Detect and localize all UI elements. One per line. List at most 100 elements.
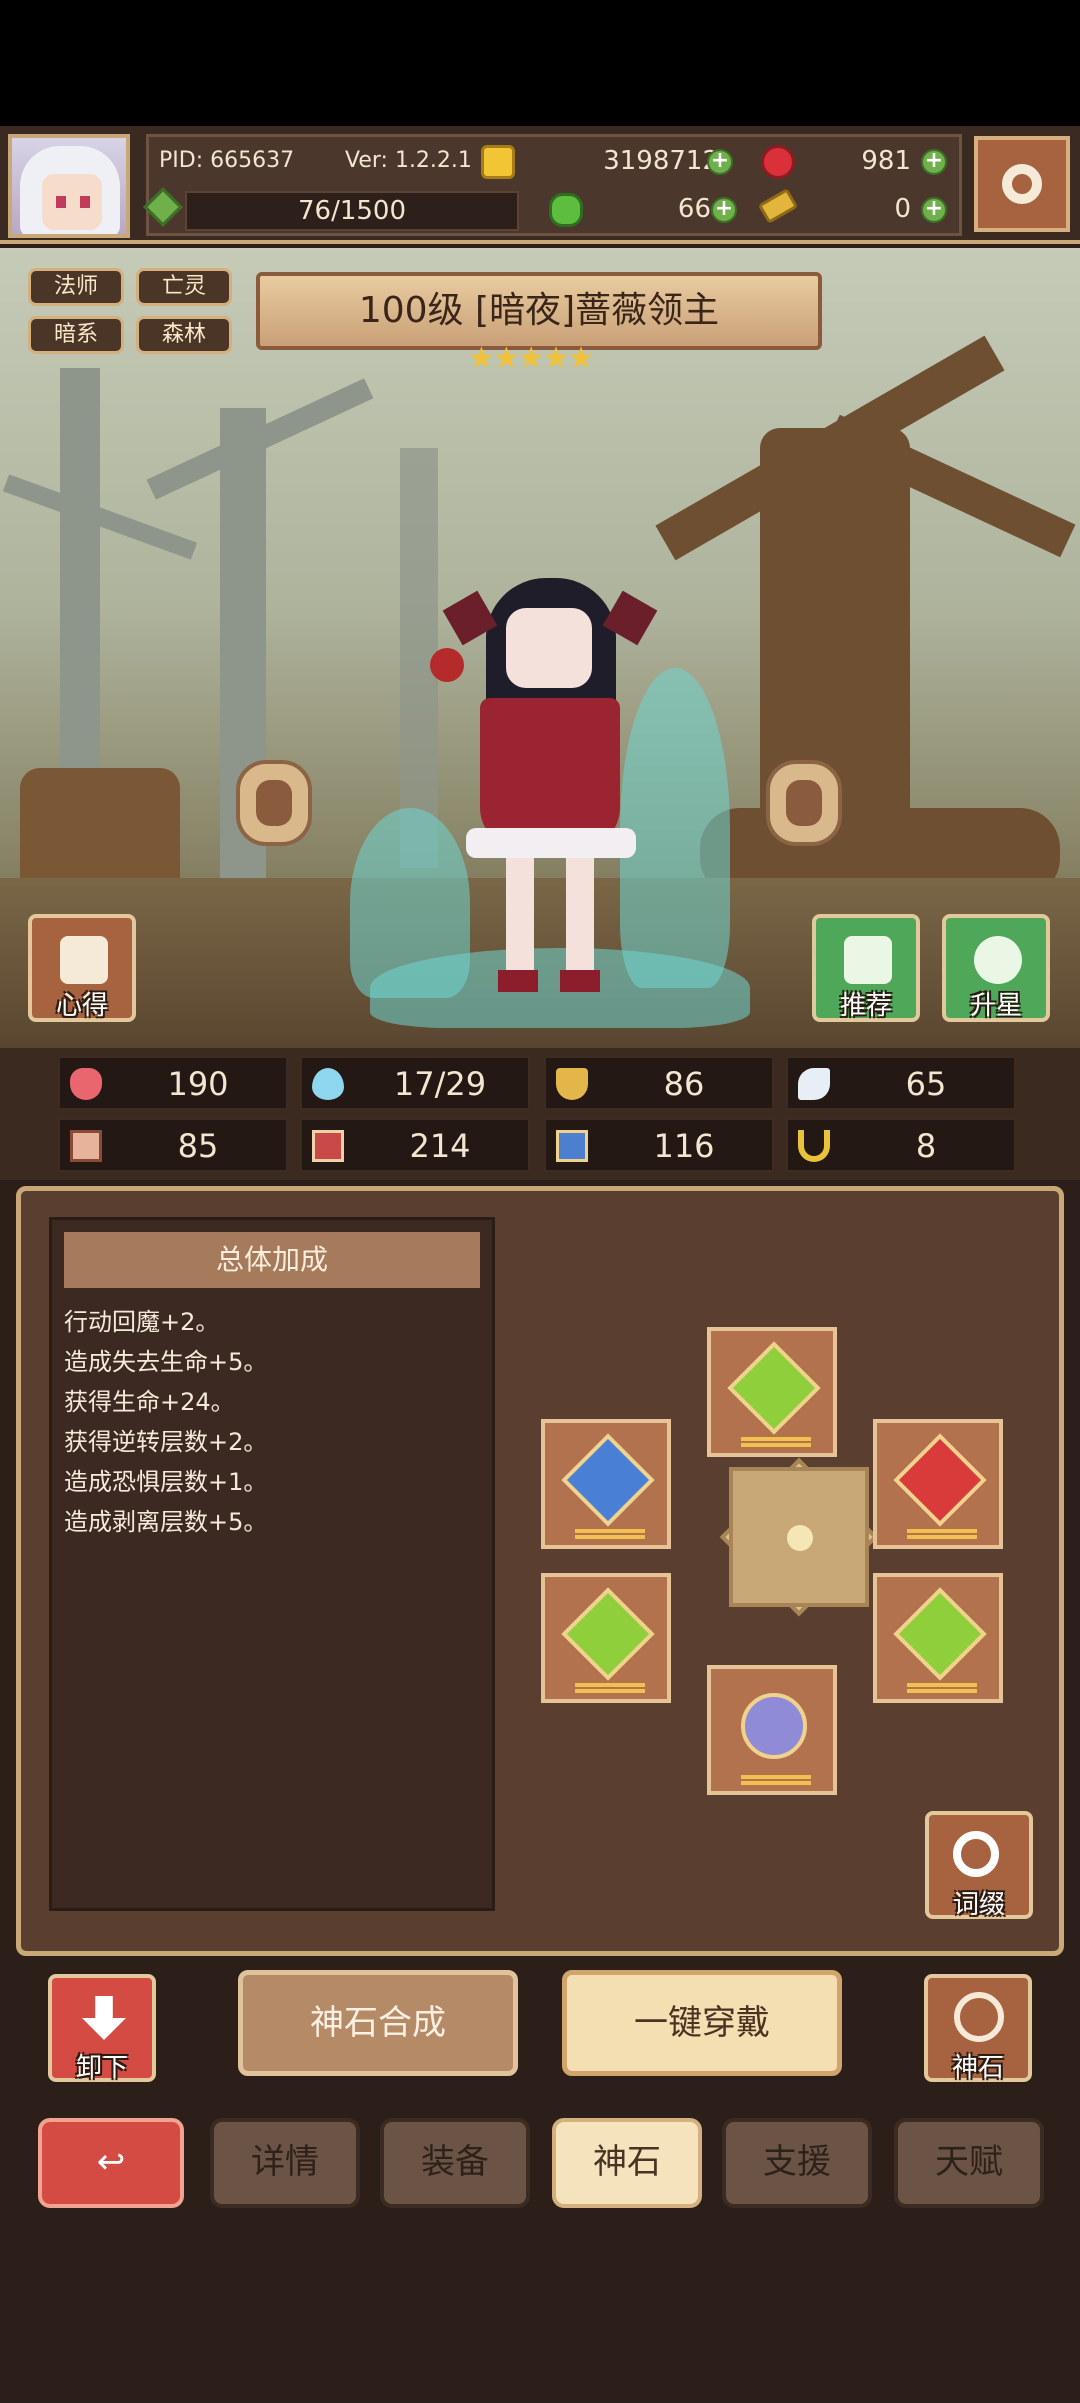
tab-equipment[interactable]: 装备 xyxy=(380,2118,530,2208)
stats-strip: 190 17/29 86 65 85 214 116 8 xyxy=(0,1048,1080,1180)
energy-icon xyxy=(143,187,183,227)
equip-all-button[interactable]: 一键穿戴 xyxy=(562,1970,842,2076)
affix-button[interactable]: 词缀 xyxy=(925,1811,1033,1920)
bonus-line: 造成恐惧层数+1。 xyxy=(64,1468,268,1496)
stat-agility-value: 65 xyxy=(905,1065,947,1103)
back-button[interactable]: ↩ xyxy=(38,2118,184,2208)
godstone-synthesis-button[interactable]: 神石合成 xyxy=(238,1970,518,2076)
gold-add-icon[interactable]: + xyxy=(707,149,733,175)
blue-gem-icon xyxy=(561,1433,655,1527)
gold-coin-icon xyxy=(481,145,515,179)
class-tag: 法师 xyxy=(28,268,124,306)
player-id: PID: 665637 xyxy=(159,148,295,173)
gem-slot-lower-right[interactable] xyxy=(873,1573,1003,1703)
slot-level-pips xyxy=(907,1683,977,1693)
hero-shoe-left xyxy=(498,970,538,992)
clover-add-icon[interactable]: + xyxy=(711,197,737,223)
energy-value: 76/1500 xyxy=(297,196,406,226)
race-tag: 亡灵 xyxy=(136,268,232,306)
tab-details[interactable]: 详情 xyxy=(210,2118,360,2208)
stat-defense: 86 xyxy=(544,1056,774,1110)
key-add-icon[interactable]: + xyxy=(921,197,947,223)
recommend-button[interactable]: 推荐 xyxy=(812,914,920,1022)
tab-support[interactable]: 支援 xyxy=(722,2118,872,2208)
hero-face xyxy=(506,608,592,688)
gold-value: 3198712 xyxy=(603,146,719,176)
arrow-right-icon xyxy=(786,780,822,826)
recommend-label: 推荐 xyxy=(839,991,892,1021)
stat-intellect: 214 xyxy=(300,1118,530,1172)
wing-icon xyxy=(798,1068,830,1100)
red-gem-icon xyxy=(893,1433,987,1527)
gem-action-row: 卸下 神石合成 一键穿戴 神石 xyxy=(0,1940,1080,2110)
godstone-button[interactable]: 神石 xyxy=(924,1974,1032,2083)
stat-mana-value: 17/29 xyxy=(393,1065,487,1103)
stat-speed-value: 116 xyxy=(653,1127,715,1165)
gem-slot-upper-left[interactable] xyxy=(541,1419,671,1549)
tab-godstone[interactable]: 神石 xyxy=(552,2118,702,2208)
clover-icon xyxy=(549,193,583,227)
total-bonus-box: 总体加成 行动回魔+2。 造成失去生命+5。 获得生命+24。 获得逆转层数+2… xyxy=(49,1217,495,1911)
apple-icon xyxy=(430,648,464,682)
stat-agility: 65 xyxy=(786,1056,1016,1110)
stat-strength-value: 85 xyxy=(177,1127,219,1165)
shield-icon xyxy=(556,1068,588,1100)
gem-slot-upper-right[interactable] xyxy=(873,1419,1003,1549)
gem-slot-lower-left[interactable] xyxy=(541,1573,671,1703)
stat-mana: 17/29 xyxy=(300,1056,530,1110)
slot-level-pips xyxy=(741,1437,811,1447)
hero-leg-left xyxy=(506,858,534,978)
ruby-gem-icon xyxy=(761,145,795,179)
top-header: PID: 665637 Ver: 1.2.2.1 3198712 + 981 +… xyxy=(0,126,1080,244)
stat-health: 190 xyxy=(58,1056,288,1110)
bonus-line: 造成失去生命+5。 xyxy=(64,1348,268,1376)
bonus-line: 获得生命+24。 xyxy=(64,1388,235,1416)
tab-talent[interactable]: 天赋 xyxy=(894,2118,1044,2208)
gem-slot-top[interactable] xyxy=(707,1327,837,1457)
clover-value: 66 xyxy=(677,194,711,224)
hero-dress-trim xyxy=(466,828,636,858)
bonus-line: 获得逆转层数+2。 xyxy=(64,1428,268,1456)
total-bonus-title: 总体加成 xyxy=(64,1232,480,1288)
heart-icon xyxy=(70,1068,102,1100)
stat-defense-value: 86 xyxy=(663,1065,705,1103)
energy-bar: 76/1500 xyxy=(185,191,519,231)
boot-icon xyxy=(556,1130,588,1162)
element-tag: 暗系 xyxy=(28,316,124,354)
horseshoe-icon xyxy=(798,1130,830,1162)
hero-dress xyxy=(480,698,620,848)
stat-luck: 8 xyxy=(786,1118,1016,1172)
stat-intellect-value: 214 xyxy=(409,1127,471,1165)
affix-label: 词缀 xyxy=(952,1890,1005,1920)
unequip-button[interactable]: 卸下 xyxy=(48,1974,156,2083)
key-icon xyxy=(757,187,799,225)
previous-character-button[interactable] xyxy=(236,760,312,846)
notes-button[interactable]: 心得 xyxy=(28,914,136,1022)
bottom-background xyxy=(0,2230,1080,2403)
ruby-add-icon[interactable]: + xyxy=(921,149,947,175)
character-sprite[interactable] xyxy=(410,578,690,998)
status-bar-area xyxy=(0,0,1080,126)
settings-button[interactable] xyxy=(974,136,1070,232)
hero-leg-right xyxy=(566,858,594,978)
terrain-tag: 森林 xyxy=(136,316,232,354)
stat-strength: 85 xyxy=(58,1118,288,1172)
notes-icon xyxy=(60,936,108,984)
mana-drop-icon xyxy=(312,1068,344,1100)
green-gem-icon xyxy=(561,1587,655,1681)
arrow-down-icon xyxy=(82,1996,126,2040)
magnifier-icon xyxy=(953,1831,999,1877)
star-icon xyxy=(974,936,1022,984)
player-avatar[interactable] xyxy=(8,134,130,238)
ruby-value: 981 xyxy=(861,146,911,176)
gem-core-center xyxy=(787,1525,813,1551)
next-character-button[interactable] xyxy=(766,760,842,846)
star-up-label: 升星 xyxy=(969,991,1022,1021)
fist-icon xyxy=(70,1130,102,1162)
gem-slot-bottom[interactable] xyxy=(707,1665,837,1795)
godstone-label: 神石 xyxy=(951,2053,1004,2083)
game-version: Ver: 1.2.2.1 xyxy=(345,148,472,173)
star-up-button[interactable]: 升星 xyxy=(942,914,1050,1022)
bonus-line: 行动回魔+2。 xyxy=(64,1308,220,1336)
unequip-label: 卸下 xyxy=(75,2053,128,2083)
